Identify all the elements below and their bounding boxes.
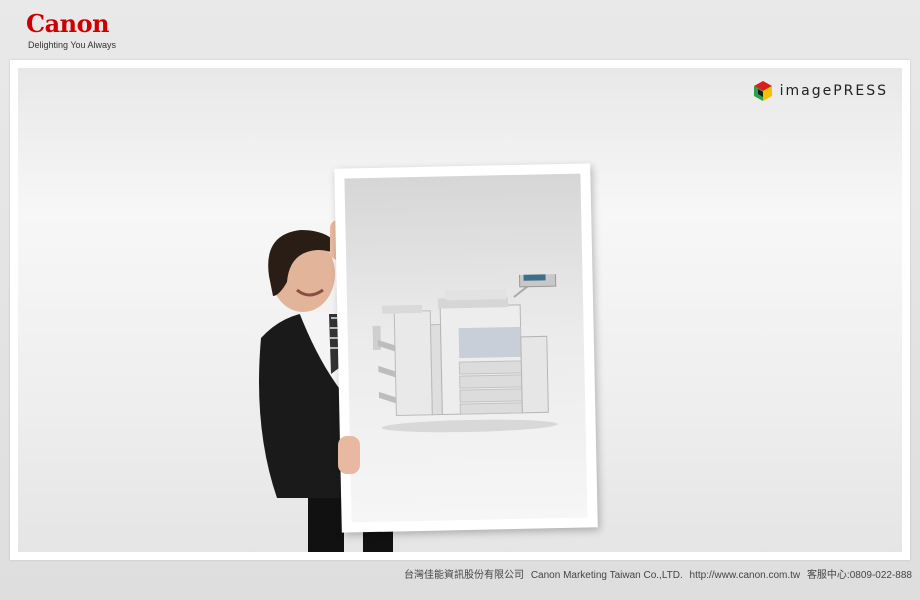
- banner-frame: imagePRESS: [10, 60, 910, 560]
- brand-name: imagePRESS: [779, 83, 888, 99]
- hand-bottom: [338, 436, 360, 474]
- imagepress-logo: imagePRESS: [752, 80, 888, 102]
- board-inner: [344, 173, 588, 523]
- printer-illustration: [372, 274, 558, 433]
- tagline: Delighting You Always: [28, 40, 117, 50]
- canon-logo[interactable]: Canon: [26, 10, 110, 38]
- footer-company-en: Canon Marketing Taiwan Co.,LTD.: [530, 570, 683, 581]
- footer-service-hotline: 客服中心:0809-022-888: [806, 570, 912, 581]
- footer: 台灣佳能資訊股份有限公司 Canon Marketing Taiwan Co.,…: [0, 566, 912, 581]
- footer-url-link[interactable]: http://www.canon.com.tw: [690, 570, 801, 581]
- banner-stage[interactable]: imagePRESS: [18, 68, 902, 552]
- site-header: Canon Delighting You Always: [0, 0, 920, 60]
- presentation-board: [334, 163, 598, 533]
- cube-icon: [753, 81, 772, 101]
- footer-company-zh: 台灣佳能資訊股份有限公司: [404, 570, 525, 581]
